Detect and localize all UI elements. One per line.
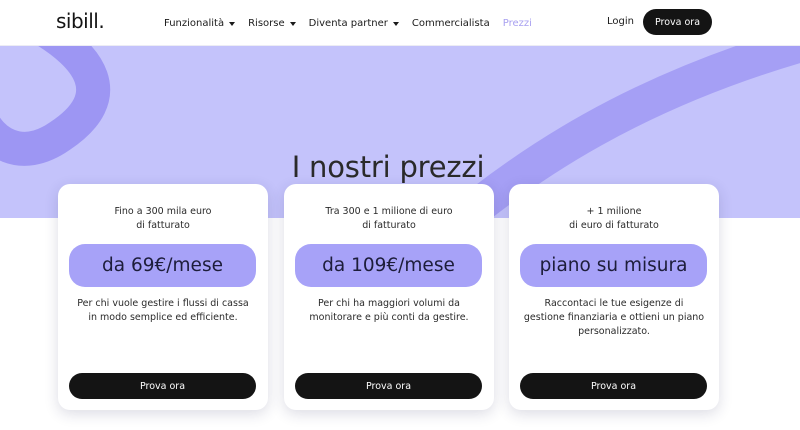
nav-label: Commercialista xyxy=(411,17,490,29)
plan-price: da 69€/mese xyxy=(69,244,256,287)
nav-item-risorse[interactable]: Risorse xyxy=(248,18,296,29)
sibill-logo[interactable]: sibill. xyxy=(56,9,105,33)
plan-head-line: di fatturato xyxy=(136,220,190,231)
plan-revenue-range: + 1 milione di euro di fatturato xyxy=(509,205,719,233)
plan-revenue-range: Fino a 300 mila euro di fatturato xyxy=(58,205,268,233)
plan-head-line: di fatturato xyxy=(362,220,416,231)
nav-label: Funzionalità xyxy=(164,17,225,29)
page-title: I nostri prezzi xyxy=(291,150,485,184)
top-navbar: sibill. Funzionalità Risorse Diventa par… xyxy=(0,0,800,46)
plan-card-growth: Tra 300 e 1 milione di euro di fatturato… xyxy=(284,184,494,410)
plan-head-line: Tra 300 e 1 milione di euro xyxy=(325,206,453,217)
nav-label: Risorse xyxy=(248,17,285,29)
plan-description: Raccontaci le tue esigenze di gestione f… xyxy=(519,297,709,339)
plan-head-line: + 1 milione xyxy=(586,206,642,217)
nav-item-diventa-partner[interactable]: Diventa partner xyxy=(309,18,399,29)
plan-desc-line: personalizzato. xyxy=(578,326,650,337)
plan-head-line: di euro di fatturato xyxy=(569,220,659,231)
main-nav: Funzionalità Risorse Diventa partner Com… xyxy=(164,0,532,46)
nav-item-commercialista[interactable]: Commercialista xyxy=(412,18,490,29)
plan-price: da 109€/mese xyxy=(295,244,482,287)
plan-description: Per chi vuole gestire i flussi di cassa … xyxy=(68,297,258,325)
plan-try-button[interactable]: Prova ora xyxy=(69,373,256,399)
plan-price: piano su misura xyxy=(520,244,707,287)
plan-desc-line: gestione finanziaria e ottieni un piano xyxy=(523,312,705,323)
plan-revenue-range: Tra 300 e 1 milione di euro di fatturato xyxy=(284,205,494,233)
plan-desc-line: Per chi ha maggiori volumi da xyxy=(318,298,460,309)
nav-label: Diventa partner xyxy=(308,17,388,29)
plan-try-button[interactable]: Prova ora xyxy=(295,373,482,399)
plan-card-custom: + 1 milione di euro di fatturato piano s… xyxy=(509,184,719,410)
chevron-down-icon xyxy=(289,21,296,26)
nav-item-funzionalita[interactable]: Funzionalità xyxy=(164,17,236,29)
chevron-down-icon xyxy=(229,21,236,26)
plan-desc-line: Per chi vuole gestire i flussi di cassa xyxy=(77,298,249,309)
plan-head-line: Fino a 300 mila euro xyxy=(114,206,212,217)
try-now-button[interactable]: Prova ora xyxy=(643,9,712,35)
plan-desc-line: in modo semplice ed efficiente. xyxy=(88,312,238,323)
login-link[interactable]: Login xyxy=(607,16,634,27)
plan-desc-line: monitorare e più conti da gestire. xyxy=(309,312,469,323)
nav-label: Prezzi xyxy=(502,17,532,29)
plan-card-basic: Fino a 300 mila euro di fatturato da 69€… xyxy=(58,184,268,410)
plan-try-button[interactable]: Prova ora xyxy=(520,373,707,399)
chevron-down-icon xyxy=(392,21,399,26)
nav-item-prezzi[interactable]: Prezzi xyxy=(503,18,532,29)
plan-description: Per chi ha maggiori volumi da monitorare… xyxy=(294,297,484,325)
plan-desc-line: Raccontaci le tue esigenze di xyxy=(544,298,684,309)
